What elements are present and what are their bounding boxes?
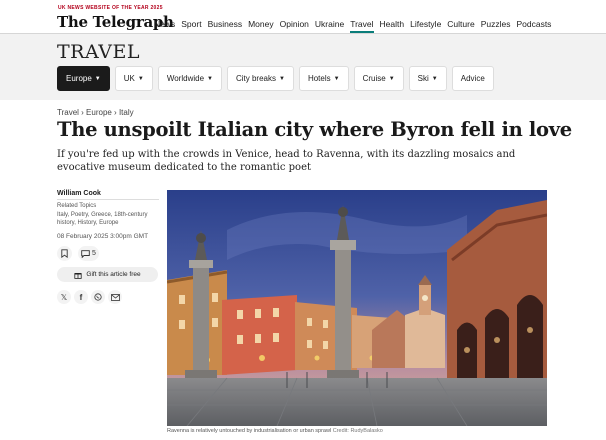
pill-uk[interactable]: UK ▼ <box>114 66 153 91</box>
article-headline: The unspoilt Italian city where Byron fe… <box>57 118 572 141</box>
nav-money[interactable]: Money <box>248 19 274 33</box>
chevron-down-icon: ▼ <box>333 75 340 82</box>
hero-image-ravenna-piazza <box>167 190 547 426</box>
pill-label: UK <box>123 74 135 83</box>
chevron-down-icon: ▼ <box>207 75 213 82</box>
nav-business[interactable]: Business <box>208 19 243 33</box>
article-standfirst: If you're fed up with the crowds in Veni… <box>57 149 516 173</box>
pill-ski[interactable]: Ski ▼ <box>408 66 447 91</box>
chevron-down-icon: ▼ <box>431 75 438 82</box>
nav-puzzles[interactable]: Puzzles <box>481 19 511 33</box>
gift-article-button[interactable]: Gift this article free <box>57 267 158 282</box>
pill-label: Hotels <box>307 74 331 83</box>
facebook-share-icon[interactable]: f <box>74 290 88 304</box>
x-share-icon[interactable]: 𝕏 <box>57 290 71 304</box>
nav-culture[interactable]: Culture <box>447 19 474 33</box>
section-title[interactable]: TRAVEL <box>57 41 140 63</box>
pill-advice[interactable]: Advice <box>451 66 494 91</box>
breadcrumb[interactable]: Travel › Europe › Italy <box>57 108 134 117</box>
nav-travel[interactable]: Travel <box>350 19 374 33</box>
section-pill-nav: Europe ▼ UK ▼ Worldwide ▼ City breaks ▼ Hote… <box>57 66 494 91</box>
nav-sport[interactable]: Sport <box>181 19 201 33</box>
article-actions: 5 <box>57 246 99 261</box>
publish-date: 08 February 2025 3:00pm GMT <box>57 233 149 240</box>
chevron-down-icon: ▼ <box>279 75 285 82</box>
award-banner: UK NEWS WEBSITE OF THE YEAR 2025 <box>58 5 163 11</box>
pill-europe[interactable]: Europe ▼ <box>57 66 110 91</box>
share-buttons: 𝕏 f <box>57 290 122 304</box>
nav-lifestyle[interactable]: Lifestyle <box>410 19 441 33</box>
photo-credit: Credit: RudyBalasko <box>332 428 383 434</box>
pill-label: Worldwide <box>166 74 205 83</box>
nav-news[interactable]: News <box>154 19 175 33</box>
comment-count: 5 <box>92 250 96 257</box>
chevron-down-icon: ▼ <box>388 75 395 82</box>
image-caption: Ravenna is relatively untouched by indus… <box>167 428 383 434</box>
email-share-icon[interactable] <box>108 290 122 304</box>
related-topics-list[interactable]: Italy, Poetry, Greece, 18th-century hist… <box>57 211 161 227</box>
pill-label: Europe <box>66 74 92 83</box>
comment-icon <box>81 249 90 258</box>
pill-label: City breaks <box>235 74 276 83</box>
chevron-down-icon: ▼ <box>94 75 101 82</box>
gift-icon <box>74 272 83 279</box>
sidebar-divider <box>57 199 159 200</box>
nav-podcasts[interactable]: Podcasts <box>516 19 551 33</box>
caption-text: Ravenna is relatively untouched by indus… <box>167 428 332 434</box>
pill-cruise[interactable]: Cruise ▼ <box>353 66 404 91</box>
whatsapp-share-icon[interactable] <box>91 290 105 304</box>
pill-label: Cruise <box>362 74 386 83</box>
chevron-down-icon: ▼ <box>137 75 144 82</box>
bookmark-icon[interactable] <box>57 246 72 261</box>
pill-hotels[interactable]: Hotels ▼ <box>298 66 349 91</box>
gift-label: Gift this article free <box>86 271 141 278</box>
pill-worldwide[interactable]: Worldwide ▼ <box>157 66 222 91</box>
nav-opinion[interactable]: Opinion <box>280 19 309 33</box>
nav-ukraine[interactable]: Ukraine <box>315 19 344 33</box>
pill-city-breaks[interactable]: City breaks ▼ <box>226 66 294 91</box>
author-name[interactable]: William Cook <box>57 190 101 197</box>
pill-label: Advice <box>460 74 485 83</box>
top-navigation: News Sport Business Money Opinion Ukrain… <box>154 19 551 33</box>
nav-health[interactable]: Health <box>380 19 405 33</box>
related-topics-heading: Related Topics <box>57 203 97 209</box>
comments-button[interactable]: 5 <box>78 246 99 261</box>
pill-label: Ski <box>417 74 429 83</box>
